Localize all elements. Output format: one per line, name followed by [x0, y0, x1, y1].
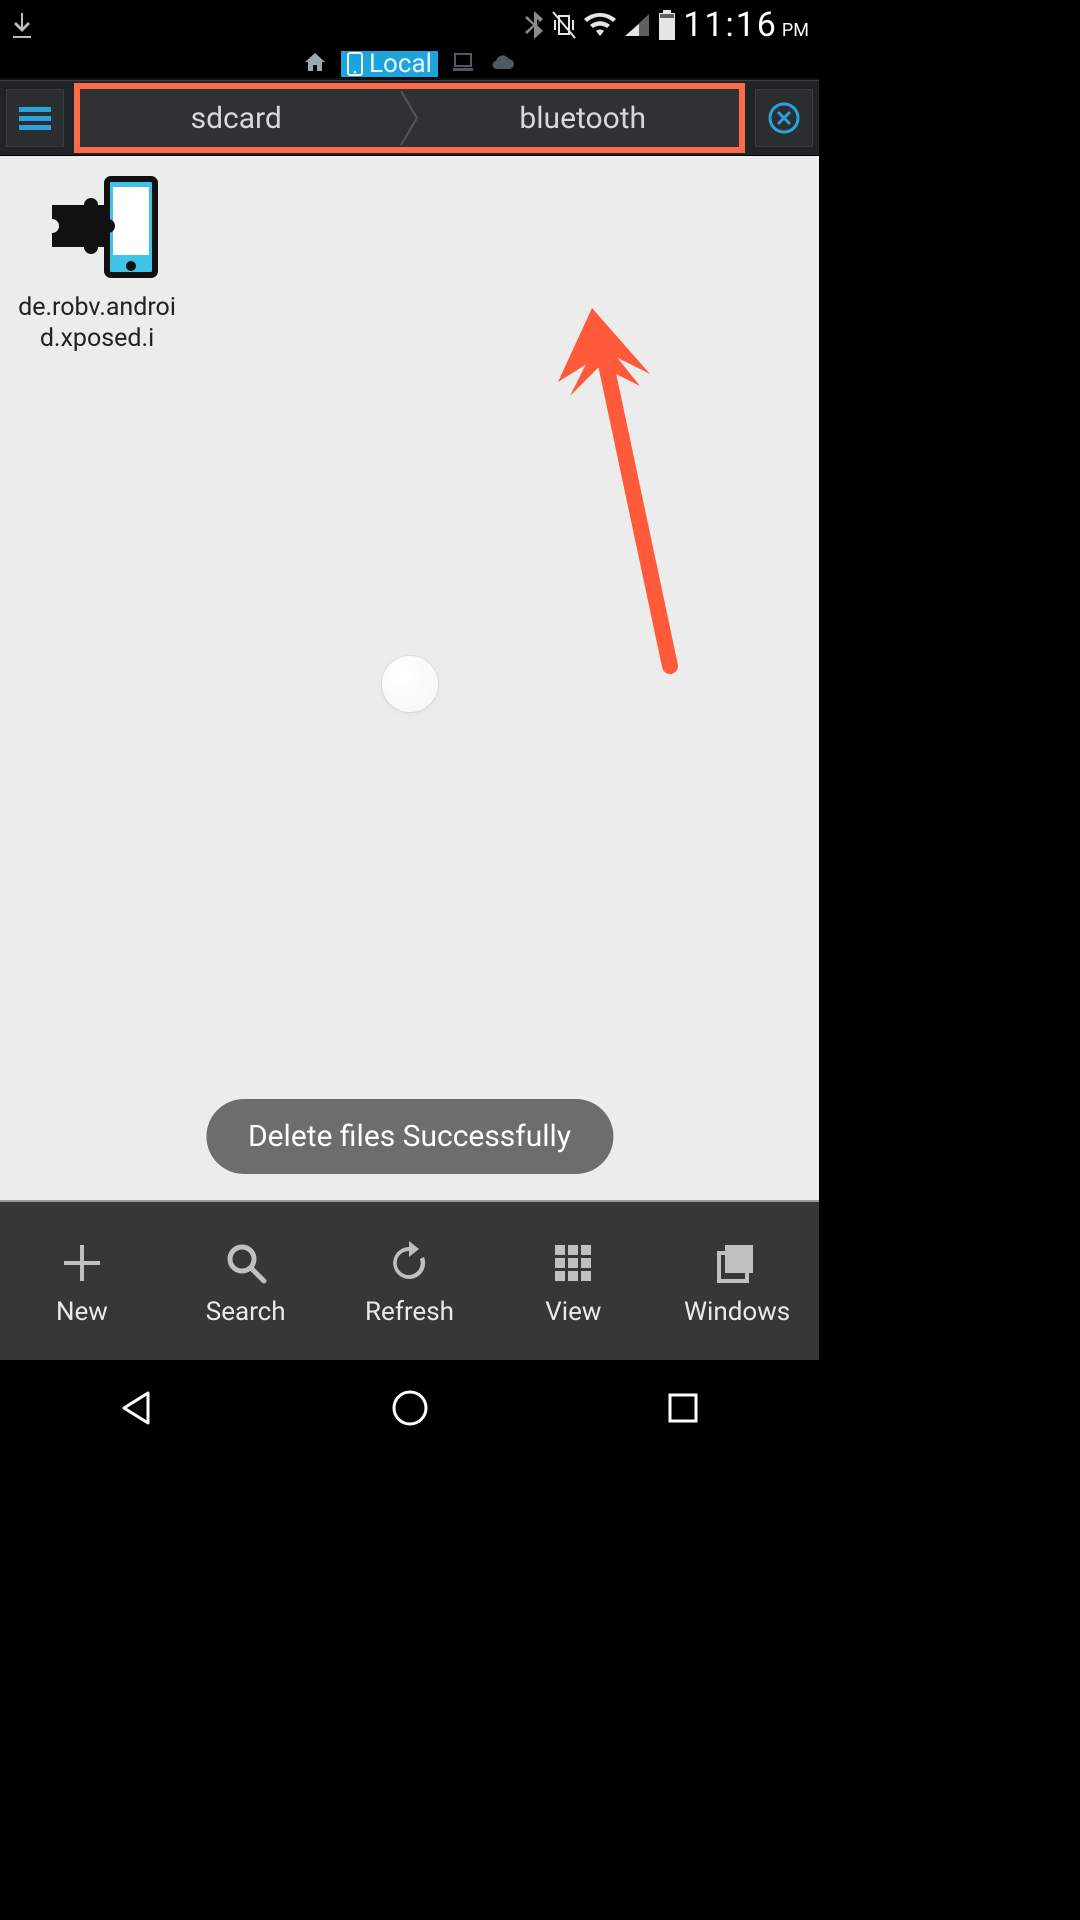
status-bar: 11:16PM — [0, 0, 819, 50]
phone-icon — [347, 52, 363, 76]
file-grid[interactable]: de.robv.android.xposed.i Delete files Su… — [0, 156, 819, 1200]
bottom-label: View — [545, 1297, 601, 1327]
status-clock: 11:16PM — [683, 5, 809, 45]
status-time: 11:16 — [683, 5, 778, 45]
source-tabs: Local — [0, 50, 819, 80]
loading-indicator — [382, 656, 438, 712]
bottom-label: Refresh — [365, 1297, 454, 1327]
tab-local[interactable]: Local — [341, 51, 438, 77]
nav-back[interactable] — [77, 1378, 197, 1438]
menu-button[interactable] — [6, 89, 64, 147]
breadcrumb-item-bluetooth[interactable]: bluetooth — [427, 89, 740, 147]
bottom-view[interactable]: View — [491, 1235, 655, 1327]
breadcrumb-label: bluetooth — [519, 101, 646, 136]
signal-icon — [623, 12, 651, 38]
square-icon — [666, 1391, 700, 1425]
apk-icon — [12, 168, 182, 288]
device-icon[interactable] — [452, 51, 474, 77]
bottom-new[interactable]: New — [0, 1235, 164, 1327]
breadcrumb-label: sdcard — [191, 101, 282, 136]
status-ampm: PM — [782, 20, 809, 41]
close-button[interactable] — [755, 89, 813, 147]
bottom-windows[interactable]: Windows — [655, 1235, 819, 1327]
toast: Delete files Successfully — [206, 1099, 613, 1174]
bottom-label: New — [56, 1297, 108, 1327]
toast-text: Delete files Successfully — [248, 1119, 571, 1154]
status-left — [10, 10, 34, 40]
bottom-search[interactable]: Search — [164, 1235, 328, 1327]
chevron-right-icon — [393, 89, 427, 147]
download-icon — [10, 10, 34, 40]
bottom-refresh[interactable]: Refresh — [328, 1235, 492, 1327]
home-icon[interactable] — [303, 51, 327, 77]
toolbar: sdcard bluetooth — [0, 80, 819, 156]
bottom-label: Windows — [684, 1297, 790, 1327]
file-item[interactable]: de.robv.android.xposed.i — [12, 168, 182, 355]
bottom-toolbar: New Search Refresh View Windows — [0, 1200, 819, 1360]
android-nav — [0, 1360, 819, 1456]
cloud-icon[interactable] — [488, 53, 516, 75]
hamburger-icon — [17, 104, 53, 132]
battery-icon — [657, 9, 677, 41]
windows-icon — [713, 1235, 761, 1291]
wifi-icon — [583, 12, 617, 38]
breadcrumb-item-sdcard[interactable]: sdcard — [80, 89, 393, 147]
nav-recents[interactable] — [623, 1378, 743, 1438]
grid-icon — [549, 1235, 597, 1291]
bottom-label: Search — [206, 1297, 286, 1327]
search-icon — [222, 1235, 270, 1291]
annotation-arrow — [540, 296, 720, 696]
bluetooth-icon — [523, 9, 545, 41]
vibrate-icon — [551, 10, 577, 40]
tab-local-label: Local — [369, 49, 432, 79]
nav-home[interactable] — [350, 1378, 470, 1438]
status-right: 11:16PM — [523, 5, 809, 45]
file-label: de.robv.android.xposed.i — [12, 292, 182, 355]
refresh-icon — [385, 1235, 433, 1291]
breadcrumb: sdcard bluetooth — [80, 89, 739, 147]
breadcrumb-highlight: sdcard bluetooth — [74, 83, 745, 153]
circle-icon — [390, 1388, 430, 1428]
close-icon — [766, 100, 802, 136]
plus-icon — [58, 1235, 106, 1291]
back-icon — [118, 1389, 156, 1427]
